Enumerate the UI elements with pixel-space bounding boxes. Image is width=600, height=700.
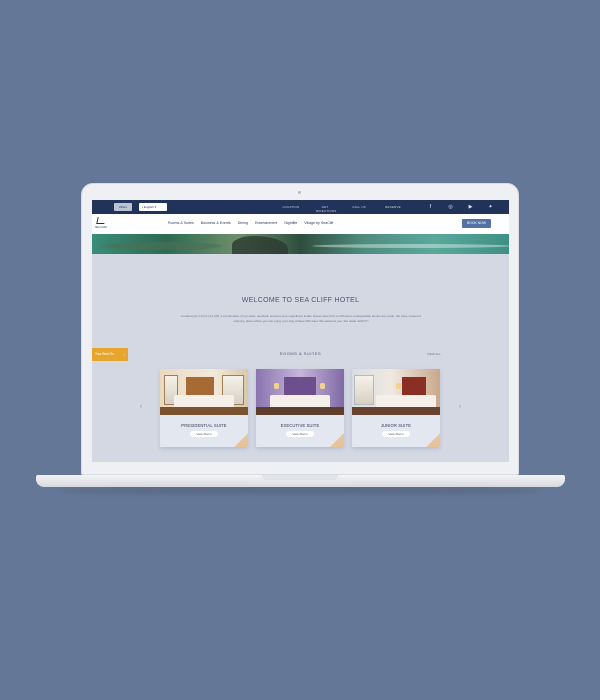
main-nav: SEA CLIFF Rooms & Suites Business & Even…: [92, 214, 509, 234]
logo-text: SEA CLIFF: [95, 226, 107, 229]
welcome-title: WELCOME TO SEA CLIFF HOTEL: [241, 297, 360, 304]
rooms-carousel: PRESIDENTIAL SUITE View Room EXECUTIVE S…: [160, 369, 440, 447]
top-links: LOCATION GET DIRECTIONS CALL US RESERVE: [282, 205, 402, 213]
card-corner-decoration: [234, 433, 248, 447]
facebook-icon[interactable]: f: [426, 203, 435, 211]
hero-surf: [312, 244, 509, 248]
hotel-logo[interactable]: SEA CLIFF: [94, 216, 108, 232]
language-label: English: [143, 205, 154, 209]
laptop-shadow: [60, 487, 540, 493]
top-link-reserve[interactable]: RESERVE: [384, 205, 402, 213]
card-corner-decoration: [426, 433, 440, 447]
hero-grass: [102, 242, 222, 250]
view-all-link[interactable]: VIEW ALL: [427, 352, 441, 356]
room-card-name: EXECUTIVE SUITE: [280, 423, 320, 428]
room-card-junior[interactable]: JUNIOR SUITE View Room: [352, 369, 440, 447]
carousel-prev-arrow[interactable]: ‹: [138, 404, 144, 410]
hero-rock: [232, 236, 288, 254]
top-bar: Offers ▪ English ▾ LOCATION GET DIRECTIO…: [92, 200, 509, 214]
view-room-button[interactable]: View Room: [286, 431, 314, 437]
room-card-presidential[interactable]: PRESIDENTIAL SUITE View Room: [160, 369, 248, 447]
top-link-call[interactable]: CALL US: [350, 205, 368, 213]
view-room-button[interactable]: View Room: [190, 431, 218, 437]
room-card-name: JUNIOR SUITE: [380, 423, 412, 428]
twitter-icon[interactable]: ✦: [486, 203, 495, 211]
top-link-directions[interactable]: GET DIRECTIONS: [316, 205, 336, 213]
nav-village[interactable]: Village by SeaCliff: [304, 221, 333, 225]
hero-image: [92, 234, 509, 254]
card-corner-decoration: [330, 433, 344, 447]
room-photo: [352, 369, 440, 415]
room-photo: [160, 369, 248, 415]
webcam: [298, 191, 301, 194]
carousel-next-arrow[interactable]: ›: [457, 404, 463, 410]
nav-nightlife[interactable]: Nightlife: [284, 221, 297, 225]
nav-entertainment[interactable]: Entertainment: [255, 221, 277, 225]
youtube-icon[interactable]: ▶: [466, 203, 475, 211]
nav-dining[interactable]: Dining: [238, 221, 248, 225]
language-select[interactable]: ▪ English ▾: [139, 203, 167, 211]
nav-menu: Rooms & Suites Business & Events Dining …: [168, 221, 333, 225]
social-links: f ◎ ▶ ✦: [426, 203, 495, 211]
tripadvisor-icon[interactable]: ◎: [446, 203, 455, 211]
room-card-name: PRESIDENTIAL SUITE: [181, 423, 227, 428]
top-link-location[interactable]: LOCATION: [282, 205, 300, 213]
room-photo: [256, 369, 344, 415]
rooms-section-title: ROOMS & SUITES: [279, 351, 322, 356]
sail-icon: [96, 217, 106, 224]
welcome-intro: Located just in front of a Cliff, a comb…: [181, 314, 421, 324]
book-now-button[interactable]: BOOK NOW: [462, 219, 491, 228]
nav-rooms-suites[interactable]: Rooms & Suites: [168, 221, 194, 225]
view-room-button[interactable]: View Room: [382, 431, 410, 437]
offers-button[interactable]: Offers: [114, 203, 132, 211]
laptop-notch: [262, 475, 338, 480]
website-screen: Offers ▪ English ▾ LOCATION GET DIRECTIO…: [92, 200, 509, 462]
nav-business-events[interactable]: Business & Events: [201, 221, 231, 225]
room-card-executive[interactable]: EXECUTIVE SUITE View Room: [256, 369, 344, 447]
